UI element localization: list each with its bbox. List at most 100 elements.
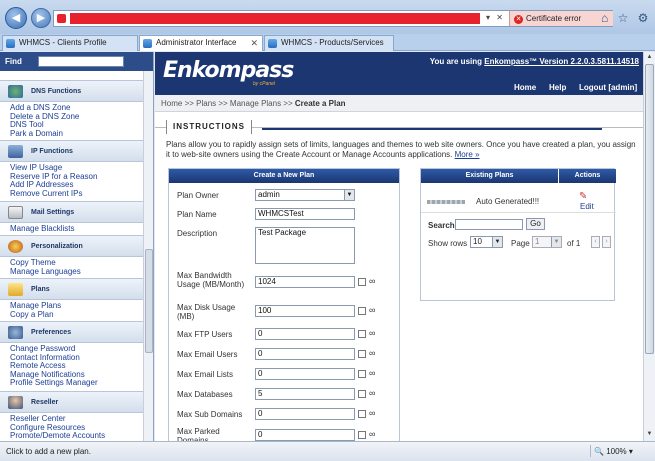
sidebar-heading-ip[interactable]: IP Functions: [0, 140, 143, 162]
tab-favicon-icon: [268, 39, 277, 48]
field-label: Max Email Lists: [177, 370, 234, 379]
sub-domains-unlimited-checkbox[interactable]: [358, 410, 366, 418]
find-bar: Find: [0, 52, 153, 71]
sidebar-link[interactable]: Profile Settings Manager: [10, 379, 143, 388]
infinity-icon: ∞: [369, 368, 376, 378]
version-info: You are using Enkompass™ Version 2.2.0.3…: [429, 57, 639, 66]
reseller-icon: [8, 396, 23, 409]
sidebar-link[interactable]: Manage Blacklists: [10, 224, 143, 234]
bandwidth-unlimited-checkbox[interactable]: [358, 278, 366, 286]
field-label: Max Email Users: [177, 350, 238, 359]
create-plan-heading: Create a New Plan: [169, 169, 399, 183]
home-star-gear-icons[interactable]: ⌂ ☆ ⚙: [601, 11, 651, 25]
nav-help[interactable]: Help: [549, 83, 566, 92]
address-url-redacted[interactable]: [70, 13, 480, 24]
folder-icon: [8, 283, 23, 296]
pencil-icon[interactable]: ✎: [579, 191, 591, 202]
tab-products-services[interactable]: WHMCS - Products/Services: [264, 35, 394, 51]
sidebar-heading-dns[interactable]: DNS Functions: [0, 80, 143, 102]
field-label: Max Bandwidth Usage (MB/Month): [177, 271, 245, 289]
max-databases-input[interactable]: 5: [255, 388, 355, 400]
nav-home[interactable]: Home: [514, 83, 536, 92]
sidebar-section-plans: Plans Manage Plans Copy a Plan: [0, 278, 143, 321]
sidebar-heading-reseller[interactable]: Reseller: [0, 391, 143, 413]
infinity-icon: ∞: [369, 429, 376, 439]
sidebar-link[interactable]: Promote/Demote Accounts: [10, 432, 143, 441]
app-header: Enkompass by cPanel You are using Enkomp…: [155, 52, 643, 95]
max-disk-input[interactable]: 100: [255, 305, 355, 317]
description-textarea[interactable]: Test Package: [255, 227, 355, 264]
max-sub-domains-input[interactable]: 0: [255, 408, 355, 420]
sidebar-link[interactable]: Manage Languages: [10, 267, 143, 277]
disk-unlimited-checkbox[interactable]: [358, 307, 366, 315]
sidebar-link[interactable]: Park a Domain: [10, 129, 143, 139]
sidebar-link[interactable]: Remove Current IPs: [10, 189, 143, 199]
tab-close-icon[interactable]: ✕: [250, 36, 258, 50]
plan-name-input[interactable]: WHMCSTest: [255, 208, 355, 220]
magnifier-icon: 🔍: [594, 447, 604, 456]
browser-tabbar: WHMCS - Clients Profile Administrator In…: [0, 34, 655, 51]
tab-administrator-interface[interactable]: Administrator Interface ✕: [139, 35, 263, 51]
ftp-unlimited-checkbox[interactable]: [358, 330, 366, 338]
sidebar-link[interactable]: Copy a Plan: [10, 310, 143, 320]
plan-owner-select[interactable]: admin ▼: [255, 189, 355, 201]
page-label: Page: [511, 239, 530, 248]
sidebar-heading-personalization[interactable]: Personalization: [0, 235, 143, 257]
zoom-level[interactable]: 🔍 100% ▾: [594, 447, 633, 456]
field-label: Max Parked Domains: [177, 427, 220, 441]
go-button[interactable]: Go: [526, 218, 545, 230]
show-rows-label: Show rows: [428, 239, 468, 248]
sidebar-heading-mail[interactable]: Mail Settings: [0, 201, 143, 223]
max-bandwidth-input[interactable]: 1024: [255, 276, 355, 288]
sidebar-section-reseller: Reseller Reseller Center Configure Resou…: [0, 391, 143, 441]
infinity-icon: ∞: [369, 408, 376, 418]
find-input[interactable]: [38, 56, 124, 67]
parked-domains-unlimited-checkbox[interactable]: [358, 431, 366, 439]
page-scroll-thumb[interactable]: [645, 64, 654, 354]
max-ftp-input[interactable]: 0: [255, 328, 355, 340]
databases-unlimited-checkbox[interactable]: [358, 390, 366, 398]
sidebar-scrollbar[interactable]: [143, 71, 153, 441]
plans-search-input[interactable]: [455, 219, 523, 230]
certificate-error-badge[interactable]: ✕ Certificate error: [509, 11, 613, 26]
breadcrumb-path[interactable]: Home >> Plans >> Manage Plans >>: [161, 99, 295, 108]
sidebar-heading-plans[interactable]: Plans: [0, 278, 143, 300]
prev-page-icon[interactable]: ‹: [591, 236, 600, 248]
scroll-up-icon[interactable]: ▲: [644, 52, 655, 63]
field-label: Plan Name: [177, 210, 217, 219]
max-email-lists-input[interactable]: 0: [255, 368, 355, 380]
scroll-down-icon[interactable]: ▼: [644, 429, 655, 440]
tab-clients-profile[interactable]: WHMCS - Clients Profile: [2, 35, 138, 51]
forward-arrow-icon[interactable]: ▶: [31, 8, 51, 28]
status-text: Click to add a new plan.: [6, 447, 91, 456]
instructions-accent-line: [262, 128, 602, 130]
instructions-title: INSTRUCTIONS: [166, 120, 252, 134]
more-link[interactable]: More »: [455, 150, 480, 159]
edit-link[interactable]: Edit: [580, 202, 594, 211]
sidebar-scroll-thumb[interactable]: [145, 249, 153, 353]
email-lists-unlimited-checkbox[interactable]: [358, 370, 366, 378]
redacted-plan-name: [427, 200, 465, 204]
back-arrow-icon[interactable]: ◀: [5, 7, 27, 29]
version-link[interactable]: Enkompass™ Version 2.2.0.3.5811.14518: [484, 57, 639, 66]
plan-status: Auto Generated!!!: [476, 197, 540, 206]
infinity-icon: ∞: [369, 276, 376, 286]
browser-toolbar: ◀ ▶ ▾ ✕ ✕ Certificate error ⌂ ☆ ⚙: [0, 0, 655, 34]
address-tools-icon[interactable]: ▾ ✕: [486, 13, 505, 22]
sidebar-heading-preferences[interactable]: Preferences: [0, 321, 143, 343]
max-email-users-input[interactable]: 0: [255, 348, 355, 360]
page-select[interactable]: 1 ▼: [532, 236, 562, 248]
nav-logout[interactable]: Logout [admin]: [579, 83, 637, 92]
infinity-icon: ∞: [369, 328, 376, 338]
email-users-unlimited-checkbox[interactable]: [358, 350, 366, 358]
infinity-icon: ∞: [369, 348, 376, 358]
page-scrollbar[interactable]: ▲ ▼: [643, 52, 655, 441]
next-page-icon[interactable]: ›: [602, 236, 611, 248]
search-label: Search:: [428, 221, 458, 230]
address-bar[interactable]: ▾ ✕ ✕ Certificate error: [53, 10, 613, 27]
create-plan-panel: Create a New Plan Plan Owner admin ▼ Pla…: [168, 168, 400, 441]
infinity-icon: ∞: [369, 305, 376, 315]
max-parked-domains-input[interactable]: 0: [255, 429, 355, 441]
field-label: Max Disk Usage (MB): [177, 303, 236, 321]
rows-per-page-select[interactable]: 10 ▼: [470, 236, 503, 248]
